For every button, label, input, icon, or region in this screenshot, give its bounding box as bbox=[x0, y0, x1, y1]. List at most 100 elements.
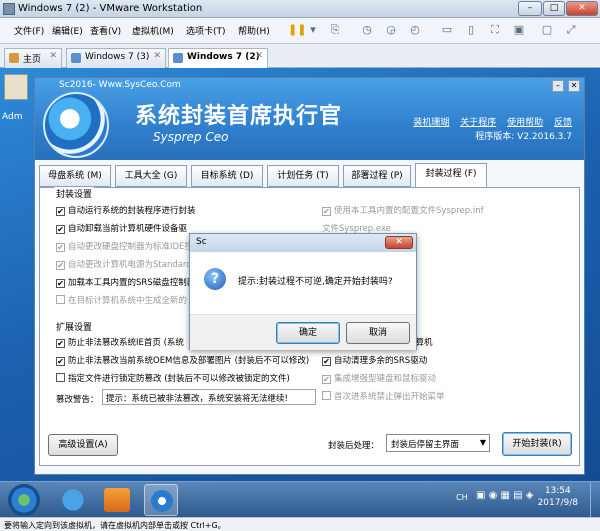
app-close-button[interactable]: ✕ bbox=[568, 80, 580, 92]
advanced-settings-button[interactable]: 高级设置(A) bbox=[48, 434, 118, 456]
app-minimize-button[interactable]: – bbox=[552, 80, 564, 92]
link-install[interactable]: 装机珊瑚 bbox=[413, 118, 449, 128]
tab-label: 主页 bbox=[23, 55, 42, 65]
tamper-warning-input[interactable]: 提示：系统已被非法篡改，系统安装将无法继续! bbox=[102, 389, 316, 405]
link-help[interactable]: 使用帮助 bbox=[507, 118, 543, 128]
minimize-button[interactable]: – bbox=[518, 1, 542, 16]
pause-icon[interactable]: ❚❚ bbox=[288, 23, 306, 37]
after-seal-value: 封装后停留主界面 bbox=[391, 440, 460, 450]
show-library-icon[interactable]: ▭ bbox=[440, 23, 454, 37]
tab-windows7-2[interactable]: Windows 7 (2) ✕ bbox=[168, 48, 268, 69]
dropdown-arrow-icon[interactable]: ▾ bbox=[306, 23, 320, 37]
seal-left-checkbox-2[interactable]: ✔ 自动更改硬盘控制器为标准IDE控 bbox=[56, 240, 193, 252]
app-window-title: Sc2016- Www.SysCeo.Com bbox=[59, 80, 181, 90]
section-extended-settings: 扩展设置 bbox=[54, 320, 95, 333]
thumbnail-icon[interactable]: ▯ bbox=[464, 23, 478, 37]
sysprep-taskbar-item[interactable] bbox=[144, 484, 178, 516]
app-header: Sc2016- Www.SysCeo.Com – ✕ 系统封装首席执行官 Sys… bbox=[35, 78, 584, 160]
ext-left-checkbox-2[interactable]: 指定文件进行锁定防篡改 (封装后不可以修改被锁定的文件) bbox=[56, 372, 290, 384]
menu-file[interactable]: 文件(F) bbox=[14, 24, 44, 37]
menu-tabs[interactable]: 选项卡(T) bbox=[186, 24, 226, 37]
unity-icon[interactable]: ▣ bbox=[512, 23, 526, 37]
status-message: 要将输入定向到该虚拟机，请在虚拟机内部单击或按 Ctrl+G。 bbox=[4, 521, 226, 530]
vmware-menu-bar: 文件(F) 编辑(E) 查看(V) 虚拟机(M) 选项卡(T) 帮助(H) ❚❚… bbox=[0, 18, 600, 44]
tray-icons[interactable]: ▣ ◉ ▦ ▤ ◈ bbox=[476, 490, 533, 501]
ie-icon[interactable] bbox=[56, 484, 90, 516]
dialog-cancel-button[interactable]: 取消 bbox=[346, 322, 410, 344]
seal-left-checkbox-1[interactable]: ✔ 自动卸载当前计算机硬件设备驱 bbox=[56, 222, 187, 234]
full-screen-icon[interactable]: ⛶ bbox=[488, 23, 502, 37]
app-heading: 系统封装首席执行官 bbox=[135, 104, 343, 129]
dialog-ok-button[interactable]: 确定 bbox=[276, 322, 340, 344]
checkmark-icon: ✔ bbox=[56, 225, 65, 234]
tamper-warning-label: 篡改警告： bbox=[56, 395, 99, 405]
console-view-icon[interactable]: ▢ bbox=[540, 23, 554, 37]
dialog-message: 提示:封装过程不可逆,确定开始封装吗? bbox=[238, 277, 393, 287]
close-button[interactable]: ✕ bbox=[566, 1, 598, 16]
vm-icon bbox=[71, 53, 81, 63]
close-tab-icon[interactable]: ✕ bbox=[255, 51, 263, 61]
menu-edit[interactable]: 编辑(E) bbox=[52, 24, 83, 37]
vmware-app-icon bbox=[3, 3, 15, 15]
snapshot-icon[interactable]: ◷ bbox=[360, 23, 374, 37]
seal-left-checkbox-3[interactable]: ✔ 自动更改计算机电源为Standard bbox=[56, 258, 192, 270]
sysprep-app-icon bbox=[151, 490, 173, 512]
menu-help[interactable]: 帮助(H) bbox=[238, 24, 270, 37]
vmware-window-title: Windows 7 (2) - VMware Workstation bbox=[18, 3, 203, 14]
seal-left-checkbox-label: 自动更改计算机电源为Standard bbox=[68, 260, 192, 270]
tab-tools[interactable]: 工具大全 (G) bbox=[115, 165, 187, 187]
revert-snapshot-icon[interactable]: ◶ bbox=[384, 23, 398, 37]
ext-left-checkbox-label: 防止非法篡改系统IE首页 (系统 bbox=[68, 338, 184, 348]
tab-master-system[interactable]: 母盘系统 (M) bbox=[39, 165, 111, 187]
checkmark-icon: ✔ bbox=[322, 357, 331, 366]
seal-left-checkbox-4[interactable]: ✔ 加载本工具内置的SRS磁盘控制器 bbox=[56, 276, 195, 288]
after-seal-select[interactable]: 封装后停留主界面 ▼ bbox=[386, 434, 490, 452]
seal-left-checkbox-5[interactable]: 在目标计算机系统中生成全新的 bbox=[56, 294, 187, 306]
tab-home[interactable]: 主页 ✕ bbox=[4, 48, 62, 68]
maximize-button[interactable]: □ bbox=[543, 1, 565, 16]
ext-right-checkbox-2[interactable]: ✔ 集成增强型键盘和鼠标驱动 bbox=[322, 372, 436, 384]
header-links: 装机珊瑚 关于程序 使用帮助 反馈 bbox=[405, 115, 572, 128]
seal-right-checkbox-0[interactable]: ✔ 使用本工具内置的配置文件Sysprep.inf bbox=[322, 204, 484, 216]
link-feedback[interactable]: 反馈 bbox=[554, 118, 572, 128]
taskbar-clock[interactable]: 13:54 2017/9/8 bbox=[538, 485, 578, 509]
stretch-icon[interactable]: ⤢ bbox=[564, 23, 578, 37]
ext-left-checkbox-0[interactable]: ✔ 防止非法篡改系统IE首页 (系统 bbox=[56, 336, 184, 348]
start-button-icon[interactable] bbox=[8, 484, 40, 516]
clock-time: 13:54 bbox=[544, 486, 571, 496]
checkmark-icon: ✔ bbox=[56, 279, 65, 288]
send-ctrl-alt-del-icon[interactable]: ⎘ bbox=[328, 23, 342, 37]
ext-right-checkbox-label: 首次进系统禁止弹出开始菜单 bbox=[334, 392, 445, 402]
tab-deploy-process[interactable]: 部署过程 (P) bbox=[343, 165, 411, 187]
guest-taskbar: CH ▣ ◉ ▦ ▤ ◈ 13:54 2017/9/8 bbox=[0, 481, 600, 518]
recycle-bin-icon[interactable] bbox=[4, 74, 28, 100]
ext-right-checkbox-3[interactable]: 首次进系统禁止弹出开始菜单 bbox=[322, 390, 445, 402]
link-about[interactable]: 关于程序 bbox=[460, 118, 496, 128]
tab-label: Windows 7 (2) bbox=[187, 52, 260, 62]
tab-target-system[interactable]: 目标系统 (D) bbox=[191, 165, 263, 187]
checkbox-empty-icon bbox=[56, 373, 65, 382]
media-player-icon[interactable] bbox=[104, 488, 130, 512]
close-tab-icon[interactable]: ✕ bbox=[49, 51, 57, 61]
tab-windows7-3[interactable]: Windows 7 (3) ✕ bbox=[66, 48, 166, 68]
dialog-footer: 确定 取消 bbox=[190, 314, 416, 350]
ext-right-checkbox-1[interactable]: ✔ 自动清理多余的SRS驱动 bbox=[322, 354, 427, 366]
menu-vm[interactable]: 虚拟机(M) bbox=[132, 24, 174, 37]
tab-seal-process[interactable]: 封装过程 (F) bbox=[415, 163, 487, 187]
seal-left-checkbox-label: 自动卸载当前计算机硬件设备驱 bbox=[68, 224, 188, 234]
close-tab-icon[interactable]: ✕ bbox=[153, 51, 161, 61]
start-seal-button[interactable]: 开始封装(R) bbox=[502, 432, 572, 456]
ext-left-checkbox-1[interactable]: ✔ 防止非法篡改当前系统OEM信息及部署图片 (封装后不可以修改) bbox=[56, 354, 309, 366]
vm-icon bbox=[173, 53, 183, 63]
checkmark-icon: ✔ bbox=[322, 207, 331, 216]
menu-view[interactable]: 查看(V) bbox=[90, 24, 121, 37]
show-desktop-button[interactable] bbox=[590, 482, 600, 518]
seal-left-checkbox-0[interactable]: ✔ 自动运行系统的封装程序进行封装 bbox=[56, 204, 196, 216]
tab-scheduled-tasks[interactable]: 计划任务 (T) bbox=[267, 165, 339, 187]
language-indicator[interactable]: CH bbox=[456, 493, 468, 502]
dialog-close-button[interactable]: ✕ bbox=[385, 236, 413, 249]
vmware-tab-bar: 主页 ✕ Windows 7 (3) ✕ Windows 7 (2) ✕ bbox=[0, 44, 600, 69]
snapshot-manager-icon[interactable]: ◴ bbox=[408, 23, 422, 37]
seal-left-checkbox-label: 自动更改硬盘控制器为标准IDE控 bbox=[68, 242, 193, 252]
dialog-title: Sc bbox=[190, 234, 416, 252]
